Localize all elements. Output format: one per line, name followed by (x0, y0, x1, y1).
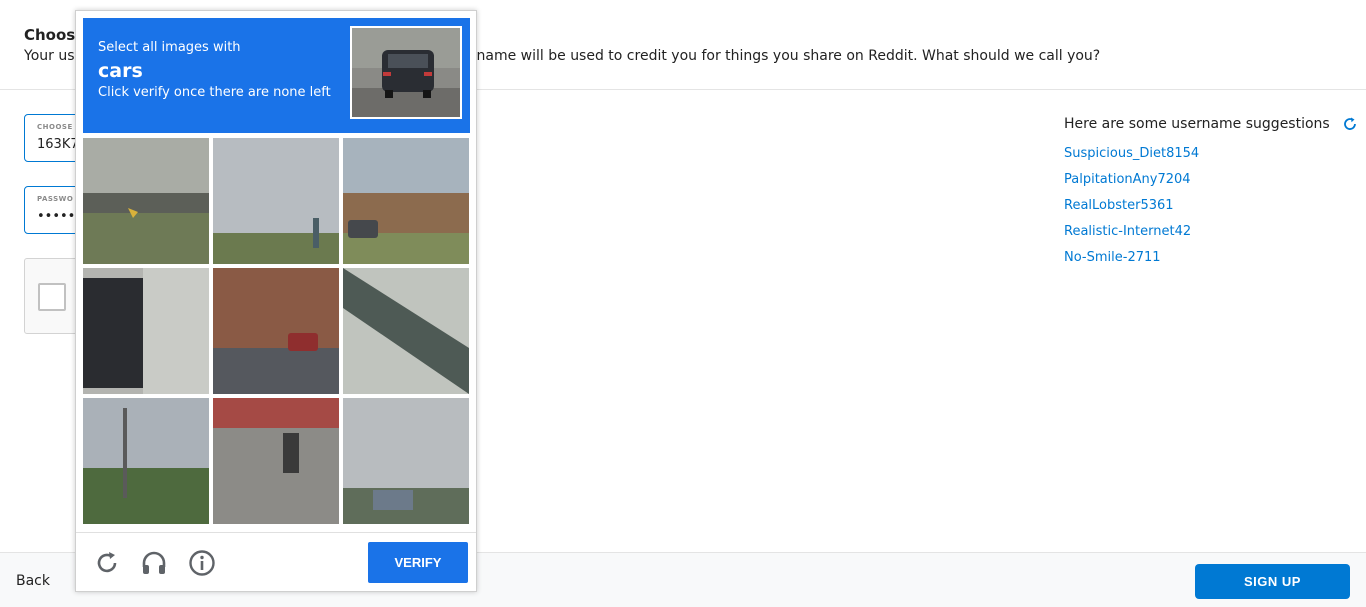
verify-button[interactable]: VERIFY (368, 542, 468, 583)
captcha-tile[interactable] (343, 398, 469, 524)
captcha-tile[interactable] (213, 268, 339, 394)
captcha-tile[interactable] (213, 138, 339, 264)
captcha-tile[interactable] (83, 398, 209, 524)
signup-page: Choos Your us name will be used to credit… (0, 0, 1366, 607)
captcha-hint: Click verify once there are none left (98, 85, 331, 100)
suggestion-item[interactable]: Realistic-Internet42 (1064, 223, 1199, 249)
captcha-tile[interactable] (83, 268, 209, 394)
suggestion-item[interactable]: No-Smile-2711 (1064, 249, 1199, 275)
captcha-footer-divider (76, 532, 476, 533)
suggestions-heading: Here are some username suggestions (1064, 116, 1358, 132)
suggestion-item[interactable]: Suspicious_Diet8154 (1064, 145, 1199, 171)
captcha-tile[interactable] (83, 138, 209, 264)
subtitle-left: Your us (24, 48, 75, 64)
recaptcha-checkbox[interactable] (38, 283, 66, 311)
captcha-tile[interactable] (343, 268, 469, 394)
info-icon[interactable] (188, 549, 216, 577)
subtitle-right: name will be used to credit you for thin… (476, 48, 1101, 64)
reload-icon[interactable] (93, 549, 121, 577)
captcha-instruction: Select all images with (98, 40, 241, 55)
captcha-challenge-popup: Select all images with cars Click verify… (75, 10, 477, 592)
back-button[interactable]: Back (16, 573, 50, 589)
suggestion-list: Suspicious_Diet8154 PalpitationAny7204 R… (1064, 145, 1199, 275)
captcha-image-grid (83, 138, 470, 525)
signup-button[interactable]: SIGN UP (1195, 564, 1350, 599)
suggestion-item[interactable]: RealLobster5361 (1064, 197, 1199, 223)
captcha-tile[interactable] (213, 398, 339, 524)
suggestion-item[interactable]: PalpitationAny7204 (1064, 171, 1199, 197)
headphones-icon[interactable] (140, 549, 168, 577)
suggestions-heading-text: Here are some username suggestions (1064, 116, 1330, 132)
captcha-target-word: cars (98, 60, 143, 82)
captcha-tile[interactable] (343, 138, 469, 264)
page-title: Choos (24, 26, 76, 44)
captcha-header: Select all images with cars Click verify… (83, 18, 470, 133)
captcha-sample-image (350, 26, 462, 119)
refresh-icon[interactable] (1342, 116, 1358, 132)
